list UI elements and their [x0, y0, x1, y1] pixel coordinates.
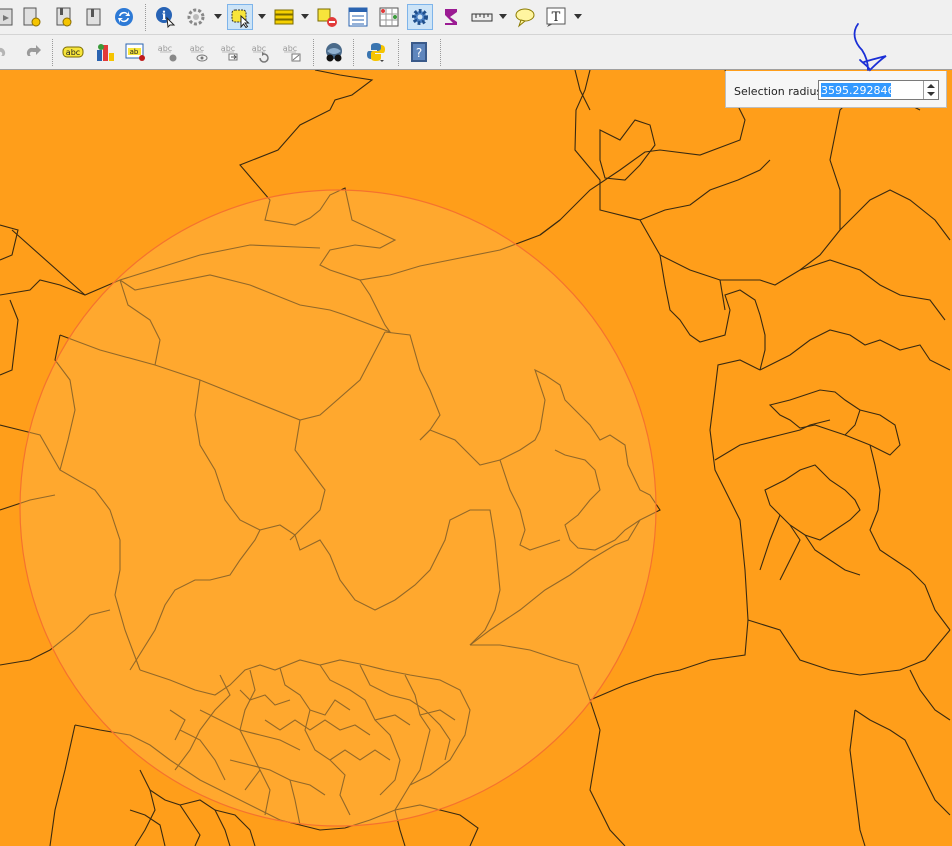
toolbar-separator — [398, 39, 401, 66]
change-label-icon[interactable]: abc — [280, 40, 304, 64]
new-bookmark-icon[interactable] — [20, 5, 44, 29]
open-attribute-table-icon[interactable] — [272, 5, 296, 29]
chevron-down-icon[interactable] — [499, 14, 507, 19]
svg-text:?: ? — [416, 46, 422, 60]
statistics-icon[interactable] — [377, 5, 401, 29]
project-properties-icon[interactable] — [0, 5, 18, 29]
toolbar-separator — [353, 39, 356, 66]
chevron-down-icon[interactable] — [214, 14, 222, 19]
field-calculator-icon[interactable] — [346, 5, 370, 29]
show-bookmarks-icon[interactable] — [82, 5, 106, 29]
map-canvas[interactable] — [0, 70, 952, 846]
annotation-icon[interactable] — [513, 5, 537, 29]
spinbox-buttons[interactable] — [923, 81, 938, 99]
chevron-down-icon[interactable] — [301, 14, 309, 19]
toolbar-separator — [145, 4, 148, 31]
redo-icon[interactable] — [20, 40, 44, 64]
chevron-down-icon[interactable] — [927, 92, 935, 96]
chevron-down-icon[interactable] — [574, 14, 582, 19]
toolbar-labels: abc ab abc abc abc abc abc ? — [0, 35, 952, 70]
annotation-arrow-icon — [853, 23, 887, 72]
toolbar-separator — [440, 39, 443, 66]
osm-icon[interactable] — [322, 40, 346, 64]
rotate-label-icon[interactable]: abc — [249, 40, 273, 64]
svg-text:abc: abc — [66, 48, 80, 57]
identify-icon[interactable]: i — [153, 5, 177, 29]
gear-icon[interactable] — [407, 4, 433, 30]
selection-radius-panel: Selection radius: — [725, 71, 947, 108]
refresh-icon[interactable] — [112, 5, 136, 29]
toolbar-separator — [52, 39, 55, 66]
highlight-pinned-labels-icon[interactable]: ab — [124, 40, 148, 64]
toolbar-separator — [313, 39, 316, 66]
action-icon[interactable] — [184, 5, 208, 29]
chevron-up-icon[interactable] — [927, 84, 935, 88]
pin-labels-icon[interactable]: abc — [156, 40, 180, 64]
python-icon[interactable] — [364, 40, 388, 64]
show-bookmarks-icon[interactable] — [52, 5, 76, 29]
sigma-icon[interactable] — [439, 5, 463, 29]
selection-radius-input[interactable] — [821, 83, 919, 97]
deselect-icon[interactable] — [315, 5, 339, 29]
measure-icon[interactable] — [470, 5, 494, 29]
select-radius-icon[interactable] — [227, 4, 253, 30]
chevron-down-icon[interactable] — [258, 14, 266, 19]
map-boundaries — [0, 70, 951, 846]
selection-radius-spinbox[interactable] — [818, 80, 939, 100]
label-icon[interactable]: abc — [61, 40, 85, 64]
svg-text:T: T — [552, 10, 561, 25]
selection-radius-circle — [19, 189, 657, 827]
selection-radius-label: Selection radius: — [734, 85, 826, 98]
undo-icon[interactable] — [0, 40, 12, 64]
svg-text:i: i — [162, 9, 167, 23]
toolbar-attributes: i T — [0, 0, 952, 35]
svg-text:ab: ab — [130, 48, 139, 56]
show-hide-labels-icon[interactable]: abc — [187, 40, 211, 64]
layer-diagram-icon[interactable] — [93, 40, 117, 64]
text-annotation-icon[interactable]: T — [544, 5, 568, 29]
help-icon[interactable]: ? — [407, 40, 431, 64]
move-label-icon[interactable]: abc — [218, 40, 242, 64]
